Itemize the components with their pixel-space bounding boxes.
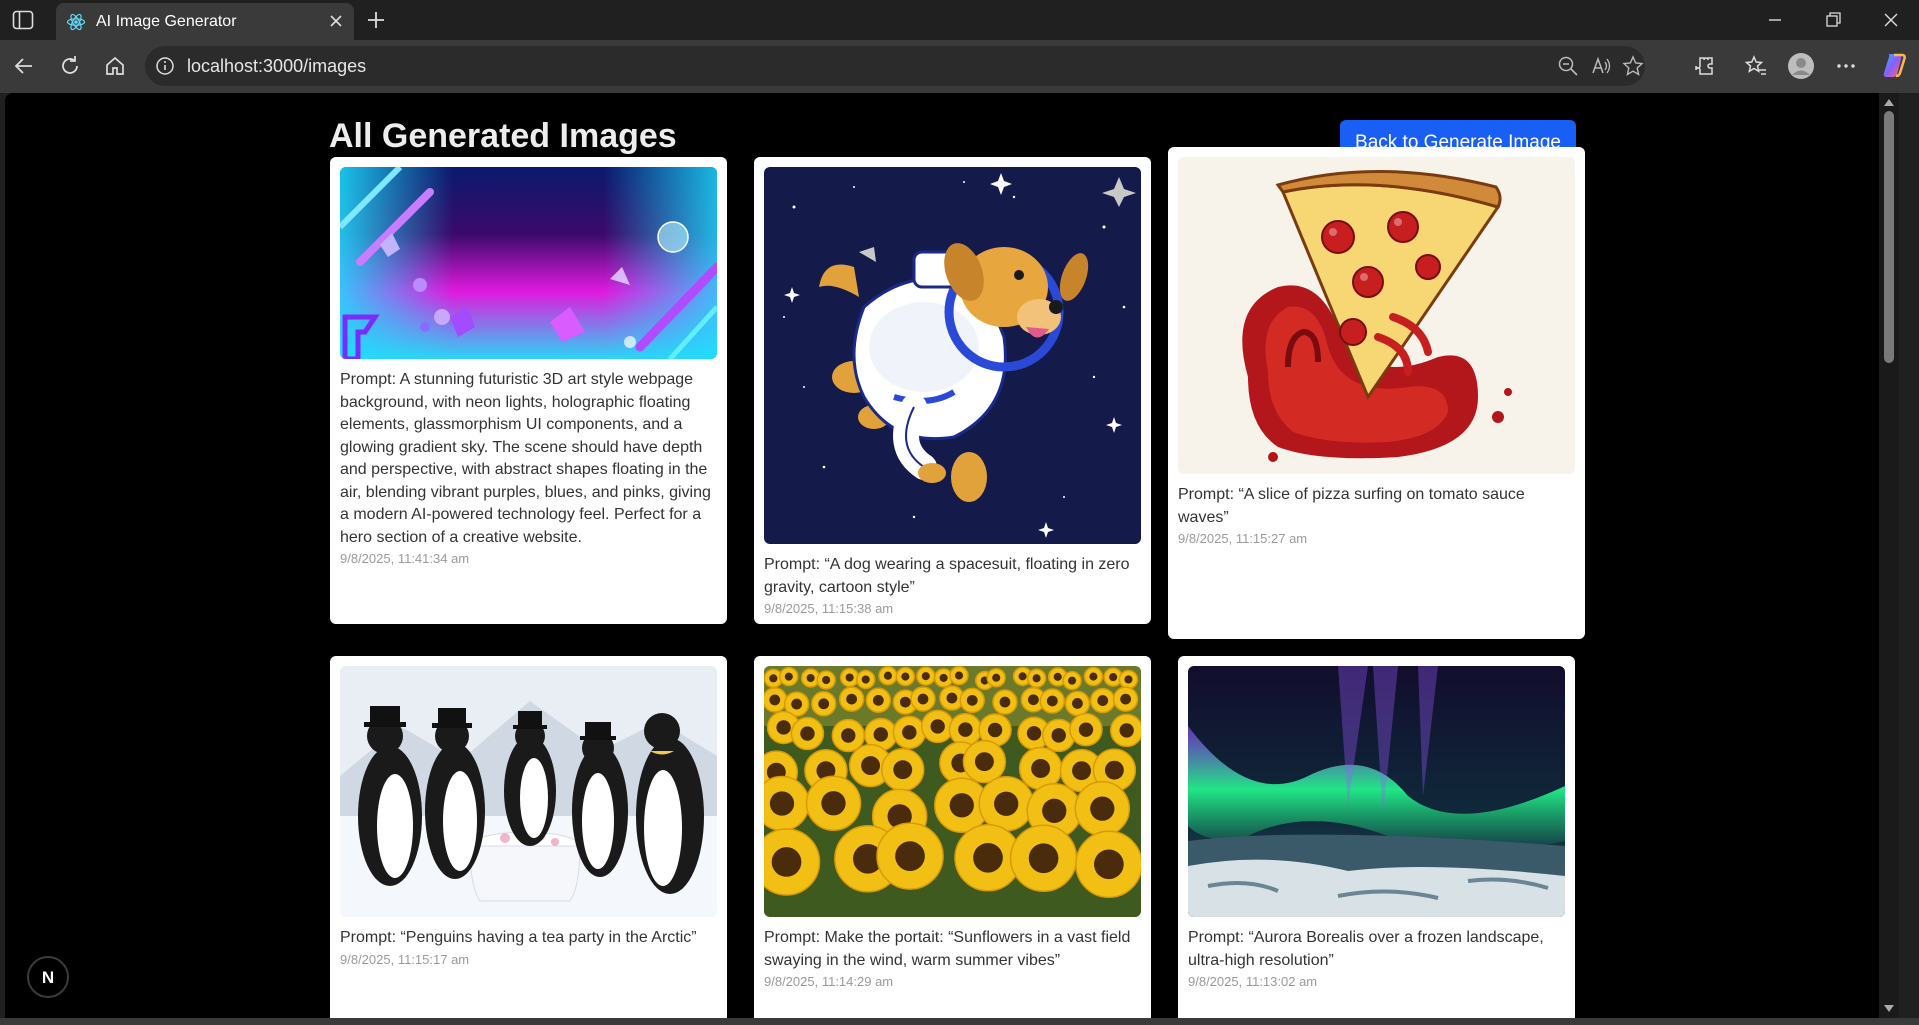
favorite-star-icon[interactable] [1622, 55, 1644, 77]
tab-actions-icon[interactable] [12, 10, 34, 30]
page-viewport: All Generated Images Back to Generate Im… [5, 93, 1899, 1018]
address-bar[interactable]: localhost:3000/images [145, 46, 1645, 86]
close-window-icon[interactable] [1876, 8, 1906, 32]
browser-toolbar: localhost:3000/images [0, 40, 1919, 93]
window-bottom-edge [0, 1018, 1919, 1025]
image-prompt: Prompt: Make the portait: “Sunflowers in… [764, 929, 1131, 969]
restore-icon[interactable] [1818, 8, 1848, 32]
refresh-icon[interactable] [58, 54, 82, 78]
image-card[interactable]: Prompt: “Aurora Borealis over a frozen l… [1178, 656, 1575, 1018]
minimize-icon[interactable] [1760, 8, 1790, 32]
close-tab-icon[interactable] [328, 13, 344, 29]
new-tab-icon[interactable] [364, 8, 388, 32]
image-card[interactable]: Prompt: “A dog wearing a spacesuit, floa… [754, 157, 1151, 624]
image-date: 9/8/2025, 11:15:38 am [764, 601, 894, 616]
react-icon [66, 12, 86, 32]
image-date: 9/8/2025, 11:41:34 am [340, 551, 470, 566]
image-date: 9/8/2025, 11:15:27 am [1178, 531, 1308, 546]
url-text: localhost:3000/images [187, 56, 367, 76]
nextjs-logo-icon: N [42, 968, 54, 987]
browser-tab-bar: AI Image Generator [0, 0, 1919, 40]
read-aloud-icon[interactable] [1590, 55, 1612, 77]
image-card[interactable]: Prompt: “A slice of pizza surfing on tom… [1168, 147, 1585, 639]
nextjs-dev-badge[interactable]: N [27, 956, 69, 998]
back-arrow-icon[interactable] [12, 54, 36, 78]
generated-image-pizza[interactable] [1178, 157, 1575, 474]
home-icon[interactable] [103, 54, 127, 78]
generated-image-sunflowers[interactable] [764, 666, 1141, 917]
generated-image-neon[interactable] [340, 167, 717, 359]
image-date: 9/8/2025, 11:14:29 am [764, 974, 894, 989]
image-card[interactable]: Prompt: A stunning futuristic 3D art sty… [330, 157, 727, 624]
tab-ai-image-generator[interactable]: AI Image Generator [56, 3, 354, 40]
zoom-out-icon[interactable] [1557, 55, 1579, 77]
image-prompt: Prompt: “Penguins having a tea party in … [340, 929, 697, 946]
vertical-scrollbar[interactable] [1879, 93, 1899, 1018]
site-info-icon[interactable] [155, 56, 175, 76]
image-prompt: Prompt: “A dog wearing a spacesuit, floa… [764, 556, 1130, 596]
scroll-up-icon[interactable] [1883, 97, 1895, 107]
profile-avatar-icon[interactable] [1787, 52, 1815, 80]
more-options-icon[interactable] [1834, 54, 1858, 78]
tab-title: AI Image Generator [96, 13, 237, 30]
generated-image-aurora[interactable] [1188, 666, 1565, 917]
generated-image-dog-astronaut[interactable] [764, 167, 1141, 544]
image-prompt: Prompt: “A slice of pizza surfing on tom… [1178, 486, 1525, 526]
page-title: All Generated Images [329, 117, 677, 155]
image-card[interactable]: Prompt: Make the portait: “Sunflowers in… [754, 656, 1151, 1018]
scroll-down-icon[interactable] [1883, 1004, 1895, 1014]
extensions-icon[interactable] [1692, 54, 1716, 78]
image-card[interactable]: Prompt: “Penguins having a tea party in … [330, 656, 727, 1018]
favorites-icon[interactable] [1744, 54, 1768, 78]
copilot-icon[interactable] [1880, 51, 1908, 79]
image-date: 9/8/2025, 11:13:02 am [1188, 974, 1318, 989]
image-prompt: Prompt: “Aurora Borealis over a frozen l… [1188, 929, 1544, 969]
scrollbar-thumb[interactable] [1884, 111, 1894, 363]
image-date: 9/8/2025, 11:15:17 am [340, 951, 470, 967]
image-prompt: Prompt: A stunning futuristic 3D art sty… [340, 371, 711, 546]
generated-image-penguins[interactable] [340, 666, 717, 917]
